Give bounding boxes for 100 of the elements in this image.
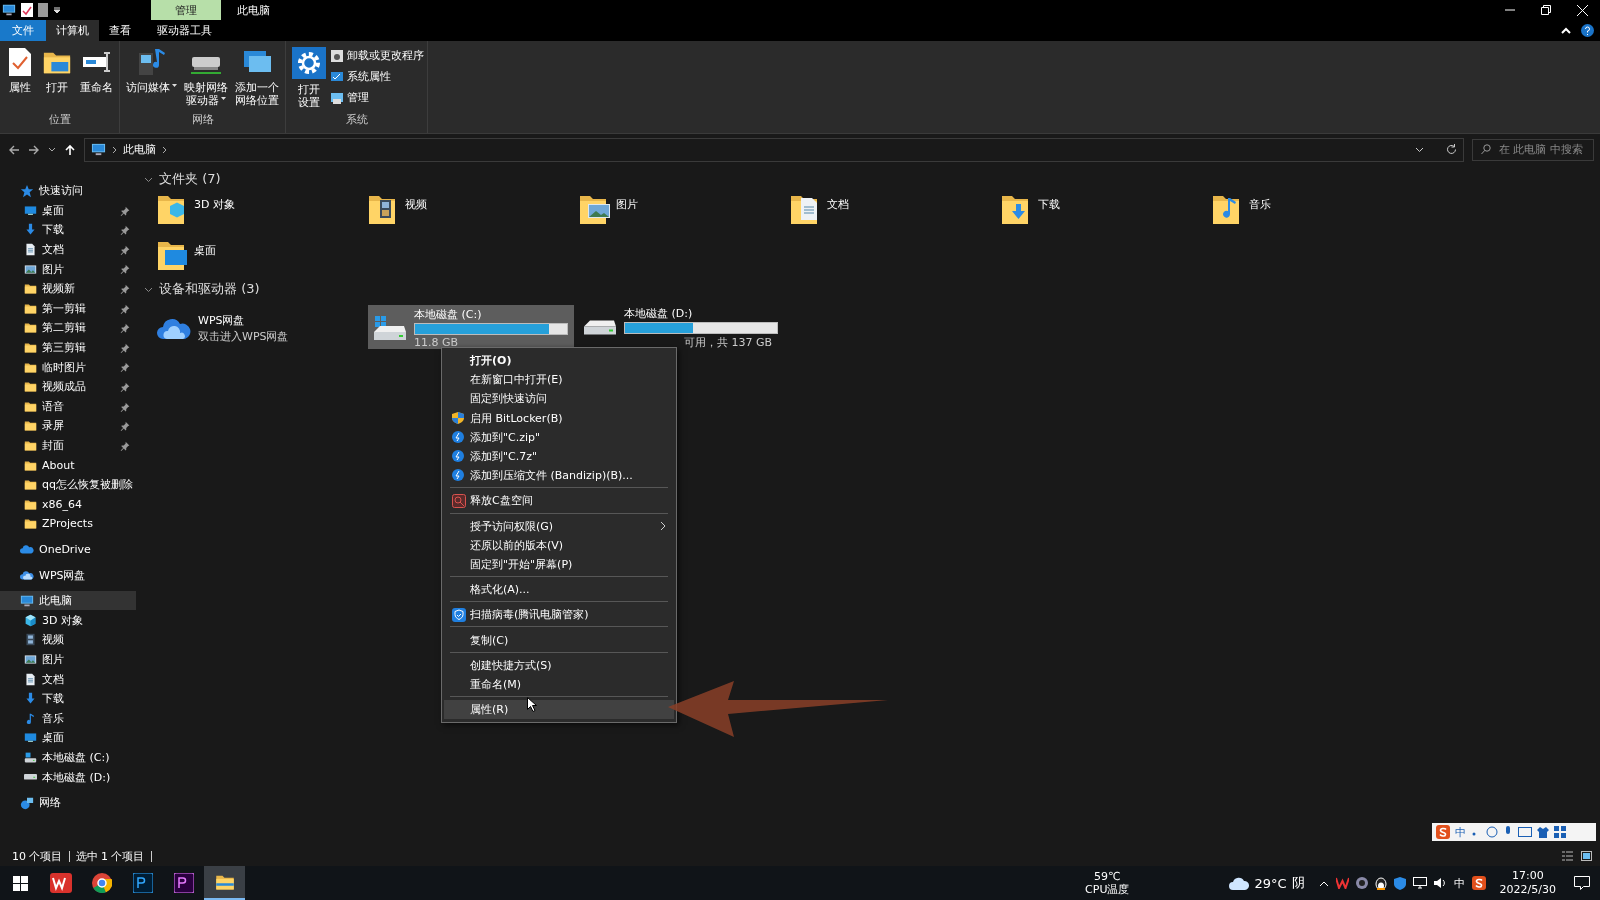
- sidebar-item[interactable]: 第一剪辑: [0, 298, 136, 319]
- folder-item[interactable]: 3D 对象: [156, 192, 356, 230]
- menu-item[interactable]: 固定到快速访问: [444, 389, 674, 409]
- menu-item[interactable]: 启用 BitLocker(B): [444, 408, 674, 428]
- folder-item[interactable]: 图片: [578, 192, 778, 230]
- keyboard-icon[interactable]: [1518, 827, 1532, 837]
- chevron-down-icon[interactable]: [1415, 145, 1424, 154]
- menu-item[interactable]: 创建快捷方式(S): [444, 655, 674, 675]
- sidebar-item[interactable]: 下载: [0, 688, 136, 709]
- ime-mode[interactable]: 中: [1455, 824, 1466, 840]
- menu-item[interactable]: 授予访问权限(G): [444, 516, 674, 536]
- folder-item[interactable]: 音乐: [1211, 192, 1411, 230]
- tiles-view-icon[interactable]: [1581, 851, 1592, 861]
- ribbon-button[interactable]: 管理: [330, 89, 424, 107]
- section-header[interactable]: 设备和驱动器 (3): [159, 280, 260, 298]
- up-icon[interactable]: [64, 143, 76, 156]
- sidebar-item[interactable]: 桌面: [0, 728, 136, 748]
- refresh-icon[interactable]: [1446, 144, 1457, 155]
- menu-item[interactable]: 打开(O): [444, 351, 674, 371]
- ribbon-tab[interactable]: 查看: [99, 20, 141, 41]
- app-tray-icon[interactable]: [1355, 877, 1368, 889]
- ribbon-button[interactable]: 属性: [3, 45, 37, 111]
- emoji-icon[interactable]: [1486, 826, 1498, 838]
- sidebar-item[interactable]: 临时图片: [0, 357, 136, 377]
- menu-item[interactable]: 重命名(M): [444, 674, 674, 694]
- sidebar-item[interactable]: WPS网盘: [0, 565, 136, 585]
- ribbon-tab[interactable]: 文件: [0, 20, 46, 41]
- sidebar-item[interactable]: 网络: [0, 792, 136, 813]
- ribbon-button[interactable]: 添加一个 网络位置: [232, 45, 282, 111]
- ribbon-button[interactable]: 重命名: [77, 45, 116, 111]
- ribbon-button[interactable]: 打开 设置: [289, 45, 329, 111]
- grid-icon[interactable]: [1554, 826, 1566, 838]
- menu-item[interactable]: 添加到压缩文件 (Bandizip)(B)...: [444, 466, 674, 486]
- menu-item[interactable]: 格式化(A)...: [444, 580, 674, 600]
- sidebar-item[interactable]: 下载: [0, 220, 136, 240]
- address-field[interactable]: 此电脑: [84, 137, 1464, 162]
- windows-icon[interactable]: [12, 875, 28, 891]
- menu-item[interactable]: 添加到"C.zip": [444, 427, 674, 447]
- sidebar-item[interactable]: 视频: [0, 630, 136, 650]
- sidebar-item[interactable]: 本地磁盘 (D:): [0, 767, 136, 787]
- help-icon[interactable]: [1581, 24, 1594, 37]
- ribbon-button[interactable]: 映射网络 驱动器: [181, 45, 231, 111]
- ribbon-tab[interactable]: 驱动器工具: [149, 20, 219, 41]
- sidebar-item[interactable]: 图片: [0, 259, 136, 279]
- wps-tray-icon[interactable]: [1335, 877, 1349, 889]
- sidebar-item[interactable]: 第三剪辑: [0, 337, 136, 358]
- menu-item[interactable]: 扫描病毒(腾讯电脑管家): [444, 605, 674, 625]
- sidebar-item[interactable]: 本地磁盘 (C:): [0, 747, 136, 768]
- collapse-ribbon-icon[interactable]: [1561, 26, 1571, 35]
- weather-widget[interactable]: 29°C 阴: [1229, 874, 1305, 892]
- sidebar-item[interactable]: 图片: [0, 649, 136, 670]
- sidebar-item[interactable]: 文档: [0, 669, 136, 689]
- checklist-icon[interactable]: [21, 3, 33, 17]
- sidebar-item[interactable]: ZProjects: [0, 514, 136, 534]
- sogou-icon[interactable]: [1471, 876, 1486, 890]
- ribbon-button[interactable]: 系统属性: [330, 68, 424, 86]
- sidebar-item[interactable]: 此电脑: [0, 590, 136, 611]
- drive-tile[interactable]: 本地磁盘 (C:) 11.8 GB: [368, 305, 574, 349]
- ribbon-button[interactable]: 卸载或更改程序: [330, 47, 424, 65]
- caret-icon[interactable]: [53, 6, 61, 14]
- ribbon-button[interactable]: 访问媒体: [123, 45, 180, 111]
- sidebar-item[interactable]: 视频新: [0, 278, 136, 299]
- menu-item[interactable]: 还原以前的版本(V): [444, 535, 674, 555]
- sidebar-item[interactable]: 文档: [0, 239, 136, 260]
- volume-icon[interactable]: [1433, 877, 1447, 889]
- details-view-icon[interactable]: [1562, 851, 1573, 861]
- folder-item[interactable]: 视频: [367, 192, 567, 230]
- ribbon-button[interactable]: 打开: [38, 45, 76, 111]
- computer-icon[interactable]: [2, 3, 16, 17]
- folder-item[interactable]: 文档: [789, 192, 989, 230]
- sidebar-item[interactable]: 3D 对象: [0, 610, 136, 631]
- sidebar-item[interactable]: 视频成品: [0, 376, 136, 397]
- taskbar-app[interactable]: [204, 866, 245, 900]
- sidebar-item[interactable]: OneDrive: [0, 539, 136, 560]
- sidebar-item[interactable]: 语音: [0, 396, 136, 417]
- restore-icon[interactable]: [1541, 4, 1551, 15]
- sidebar-item[interactable]: 录屏: [0, 416, 136, 436]
- sidebar-item[interactable]: 快速访问: [0, 181, 136, 201]
- section-header[interactable]: 文件夹 (7): [159, 170, 221, 188]
- sidebar-item[interactable]: 桌面: [0, 200, 136, 221]
- drive-tile[interactable]: WPS网盘 双击进入WPS网盘: [152, 305, 364, 349]
- folder-item[interactable]: 桌面: [156, 238, 356, 276]
- notification-icon[interactable]: [1574, 876, 1590, 890]
- sidebar-item[interactable]: 封面: [0, 435, 136, 456]
- folder-item[interactable]: 下载: [1000, 192, 1200, 230]
- sidebar-item[interactable]: About: [0, 455, 136, 475]
- sidebar-item[interactable]: x86_64: [0, 494, 136, 515]
- shirt-icon[interactable]: [1537, 826, 1549, 838]
- menu-item[interactable]: 添加到"C.7z": [444, 446, 674, 467]
- chevron-down-icon[interactable]: [48, 145, 56, 154]
- shield-tray-icon[interactable]: [1393, 876, 1406, 890]
- sidebar-item[interactable]: qq怎么恢复被删除: [0, 474, 136, 495]
- search-field[interactable]: 在 此电脑 中搜索: [1472, 138, 1594, 161]
- sidebar-item[interactable]: 第二剪辑: [0, 318, 136, 338]
- back-icon[interactable]: [8, 143, 20, 156]
- drive-tile[interactable]: 本地磁盘 (D:) 可用，共 137 GB: [578, 305, 784, 349]
- forward-icon[interactable]: [28, 143, 40, 156]
- close-icon[interactable]: [1577, 4, 1588, 16]
- menu-item[interactable]: 固定到"开始"屏幕(P): [444, 554, 674, 575]
- menu-item[interactable]: 释放C盘空间: [444, 491, 674, 511]
